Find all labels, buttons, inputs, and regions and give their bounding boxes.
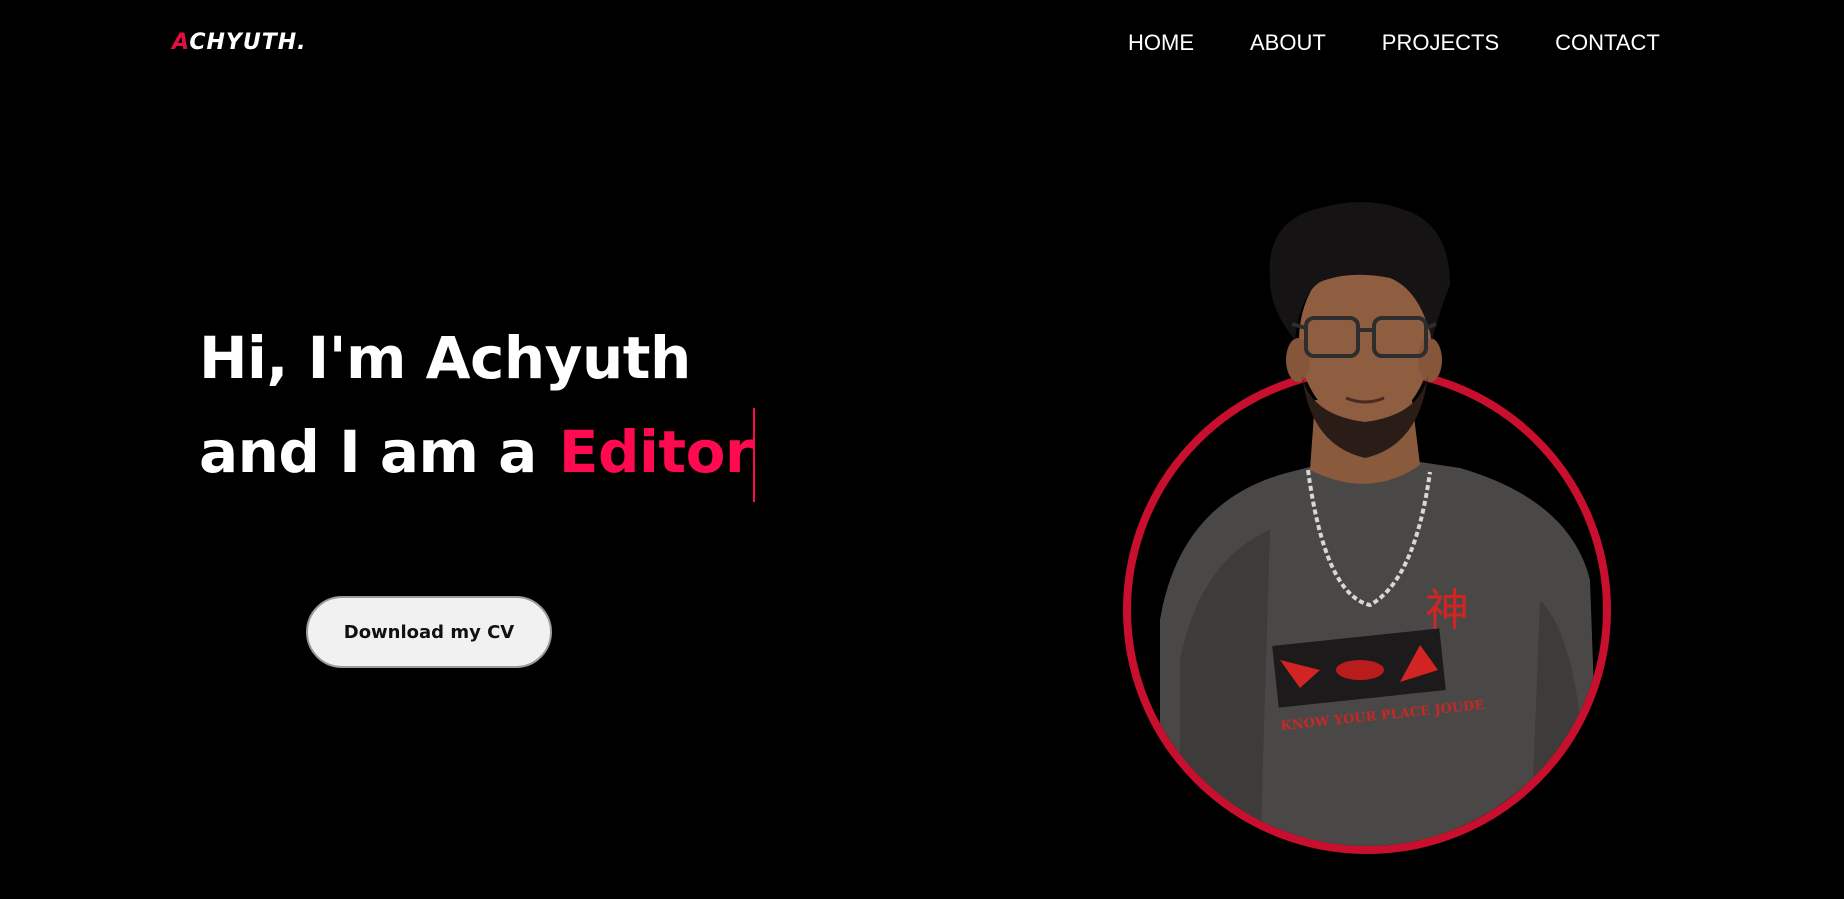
- shirt-kanji: 神: [1425, 585, 1469, 636]
- hero-page: ACHYUTH. HOME ABOUT PROJECTS CONTACT Hi,…: [0, 0, 1844, 899]
- hero-greeting: Hi, I'm Achyuth: [199, 324, 691, 392]
- hero-intro-line: and I am a Editor: [199, 418, 754, 486]
- nav-contact[interactable]: CONTACT: [1555, 30, 1660, 56]
- typing-cursor: [753, 408, 755, 502]
- logo-text: CHYUTH.: [189, 30, 307, 55]
- hero-role: Editor: [558, 418, 754, 486]
- main-nav: HOME ABOUT PROJECTS CONTACT: [1128, 30, 1660, 56]
- hero-intro: and I am a: [199, 418, 537, 486]
- profile-portrait: KNOW YOUR PLACE JOUDE 神: [1123, 201, 1611, 854]
- download-cv-button[interactable]: Download my CV: [306, 596, 552, 668]
- nav-projects[interactable]: PROJECTS: [1382, 30, 1499, 56]
- nav-about[interactable]: ABOUT: [1250, 30, 1326, 56]
- logo-initial: A: [172, 30, 190, 55]
- site-logo[interactable]: ACHYUTH.: [172, 30, 307, 55]
- nav-home[interactable]: HOME: [1128, 30, 1194, 56]
